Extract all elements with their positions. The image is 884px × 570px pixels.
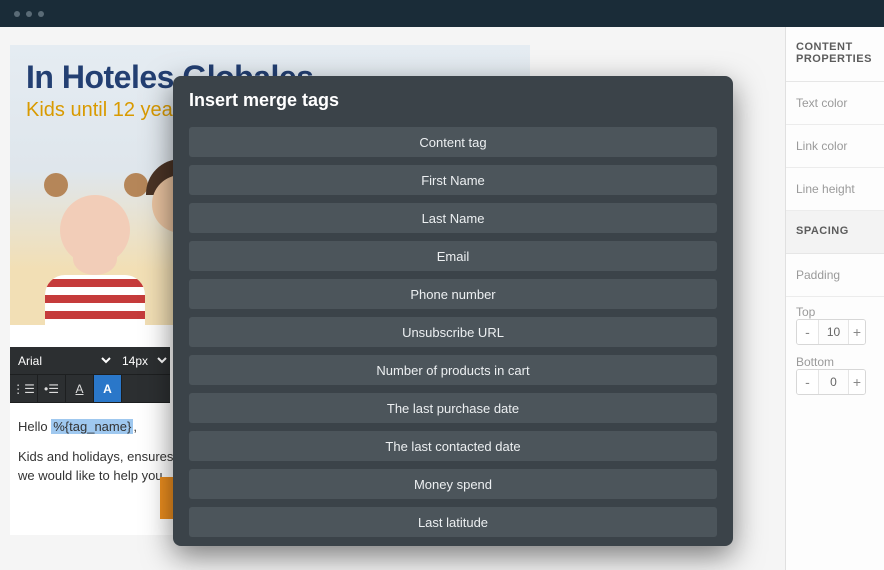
- text-toolbar: Arial 14px ⋮☰ •☰ A A: [10, 347, 170, 403]
- text-color-property[interactable]: Text color: [786, 82, 884, 125]
- merge-tag-option[interactable]: Email: [189, 241, 717, 271]
- merge-tag-token[interactable]: %{tag_name}: [51, 419, 133, 434]
- greeting-suffix: ,: [133, 419, 137, 434]
- greeting-prefix: Hello: [18, 419, 51, 434]
- font-color-icon[interactable]: A: [66, 375, 94, 402]
- highlight-color-icon[interactable]: A: [94, 375, 122, 402]
- insert-merge-tags-modal: Insert merge tags Content tag First Name…: [173, 76, 733, 546]
- font-size-select[interactable]: 14px: [114, 347, 170, 374]
- window-dot-icon: [26, 11, 32, 17]
- merge-tag-option[interactable]: The last purchase date: [189, 393, 717, 423]
- stepper-value: 10: [819, 320, 849, 344]
- link-color-property[interactable]: Link color: [786, 125, 884, 168]
- padding-top-stepper[interactable]: - 10 +: [796, 319, 866, 345]
- merge-tag-option[interactable]: First Name: [189, 165, 717, 195]
- app-root: In Hoteles Globales Kids until 12 years …: [0, 0, 884, 570]
- window-dot-icon: [14, 11, 20, 17]
- merge-tag-option[interactable]: Last latitude: [189, 507, 717, 537]
- merge-tag-list: Content tag First Name Last Name Email P…: [189, 127, 717, 537]
- ordered-list-icon[interactable]: ⋮☰: [10, 375, 38, 402]
- plus-icon[interactable]: +: [849, 320, 865, 344]
- property-label: Text color: [796, 96, 847, 110]
- merge-tag-option[interactable]: Phone number: [189, 279, 717, 309]
- modal-title: Insert merge tags: [189, 90, 717, 111]
- stepper-value: 0: [819, 370, 849, 394]
- merge-tag-option[interactable]: Money spend: [189, 469, 717, 499]
- merge-tag-option[interactable]: Number of products in cart: [189, 355, 717, 385]
- property-label: Link color: [796, 139, 847, 153]
- padding-bottom-stepper[interactable]: - 0 +: [796, 369, 866, 395]
- merge-tag-option[interactable]: Unsubscribe URL: [189, 317, 717, 347]
- font-family-select[interactable]: Arial: [10, 347, 114, 374]
- property-label: Line height: [796, 182, 855, 196]
- panel-section-title: SPACING: [796, 225, 874, 237]
- plus-icon[interactable]: +: [849, 370, 865, 394]
- window-dot-icon: [38, 11, 44, 17]
- bottom-label: Bottom: [796, 355, 834, 369]
- top-label: Top: [796, 305, 815, 319]
- padding-property[interactable]: Padding: [786, 254, 884, 297]
- minus-icon[interactable]: -: [797, 320, 819, 344]
- line-height-property[interactable]: Line height: [786, 168, 884, 211]
- merge-tag-option[interactable]: The last contacted date: [189, 431, 717, 461]
- property-label: Padding: [796, 268, 840, 282]
- merge-tag-option[interactable]: Last Name: [189, 203, 717, 233]
- minus-icon[interactable]: -: [797, 370, 819, 394]
- panel-section-title: CONTENT PROPERTIES: [796, 41, 874, 65]
- window-titlebar: [0, 0, 884, 27]
- properties-panel: CONTENT PROPERTIES Text color Link color…: [785, 27, 884, 570]
- merge-tag-option[interactable]: Content tag: [189, 127, 717, 157]
- unordered-list-icon[interactable]: •☰: [38, 375, 66, 402]
